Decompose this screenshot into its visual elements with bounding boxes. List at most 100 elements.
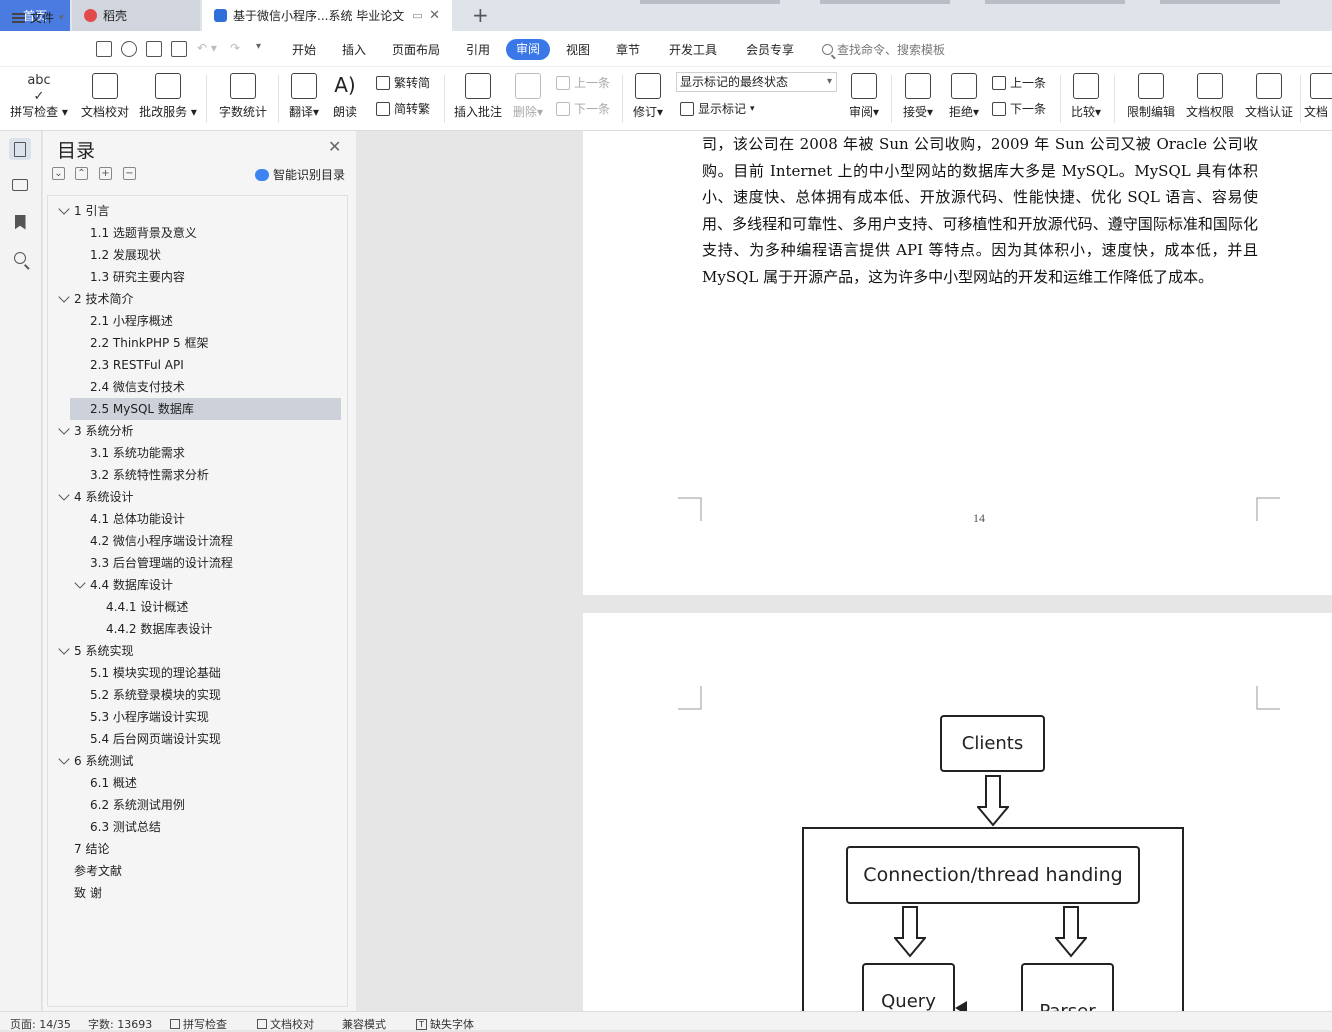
preview-icon[interactable]: [171, 41, 187, 57]
page[interactable]: Clients Connection/thread handing Query …: [583, 613, 1332, 1011]
tab-document[interactable]: 基于微信小程序...系统 毕业论文 ▭ ✕: [202, 0, 452, 31]
toc-item[interactable]: 3.1 系统功能需求: [48, 442, 347, 464]
toc-item[interactable]: 4.4 数据库设计: [48, 574, 347, 596]
prev-comment-button[interactable]: 上一条: [556, 74, 610, 91]
toc-item[interactable]: 参考文献: [48, 860, 347, 882]
toc-item[interactable]: 5.3 小程序端设计实现: [48, 706, 347, 728]
body-paragraph[interactable]: 司，该公司在 2008 年被 Sun 公司收购，2009 年 Sun 公司又被 …: [702, 131, 1258, 290]
toc-item[interactable]: 2.2 ThinkPHP 5 框架: [48, 332, 347, 354]
doc-permission-button[interactable]: 文档权限: [1184, 67, 1236, 131]
menu-layout[interactable]: 页面布局: [392, 41, 440, 58]
close-icon[interactable]: ✕: [328, 137, 341, 156]
toc-item[interactable]: 4.4.2 数据库表设计: [48, 618, 347, 640]
toc-item[interactable]: 致 谢: [48, 882, 347, 904]
toc-item[interactable]: 1.1 选题背景及意义: [48, 222, 347, 244]
toc-item[interactable]: 5 系统实现: [48, 640, 347, 662]
toc-item[interactable]: 5.4 后台网页端设计实现: [48, 728, 347, 750]
toc-pane-icon[interactable]: [9, 138, 31, 160]
toc-item[interactable]: 4.4.1 设计概述: [48, 596, 347, 618]
chevron-down-icon[interactable]: [58, 489, 70, 501]
to-simplified-button[interactable]: 简转繁: [376, 100, 430, 117]
delete-comment-button[interactable]: 删除▾: [508, 67, 548, 131]
word-count-button[interactable]: 字数统计: [216, 67, 270, 131]
undo-icon[interactable]: ↶ ▾: [197, 41, 217, 55]
chapter-nav-icon[interactable]: [9, 174, 31, 196]
tab-docer[interactable]: 稻壳: [72, 0, 200, 31]
remove-heading-icon[interactable]: −: [123, 167, 136, 180]
toc-item[interactable]: 4.1 总体功能设计: [48, 508, 347, 530]
toc-item[interactable]: 6.1 概述: [48, 772, 347, 794]
toc-item[interactable]: 6.2 系统测试用例: [48, 794, 347, 816]
export-icon[interactable]: [121, 41, 137, 57]
read-aloud-button[interactable]: A) 朗读: [328, 67, 362, 131]
command-search[interactable]: 查找命令、搜索模板: [822, 41, 945, 58]
search-icon[interactable]: [9, 247, 31, 269]
menu-developer[interactable]: 开发工具: [669, 41, 717, 58]
toc-item[interactable]: 1.3 研究主要内容: [48, 266, 347, 288]
close-tab-icon[interactable]: ✕: [429, 8, 440, 23]
toc-item[interactable]: 3.2 系统特性需求分析: [48, 464, 347, 486]
monitor-icon[interactable]: ▭: [412, 9, 422, 22]
toc-item[interactable]: 3.3 后台管理端的设计流程: [48, 552, 347, 574]
menu-insert[interactable]: 插入: [342, 41, 366, 58]
chevron-down-icon[interactable]: [74, 577, 86, 589]
toc-item[interactable]: 5.2 系统登录模块的实现: [48, 684, 347, 706]
save-icon[interactable]: [96, 41, 112, 57]
toc-item[interactable]: 4 系统设计: [48, 486, 347, 508]
toc-item[interactable]: 6.3 测试总结: [48, 816, 347, 838]
compare-button[interactable]: 比较▾: [1066, 67, 1106, 131]
ai-toc-button[interactable]: 智能识别目录: [255, 166, 345, 183]
accept-button[interactable]: 接受▾: [898, 67, 938, 131]
toc-item[interactable]: 1 引言: [48, 200, 347, 222]
redo-icon[interactable]: ↷: [230, 41, 240, 55]
restrict-edit-button[interactable]: 限制编辑: [1124, 67, 1178, 131]
toc-item[interactable]: 1.2 发展现状: [48, 244, 347, 266]
toc-item[interactable]: 2.3 RESTFul API: [48, 354, 347, 376]
menu-start[interactable]: 开始: [292, 41, 316, 58]
menu-reference[interactable]: 引用: [466, 41, 490, 58]
doc-more-button[interactable]: 文档: [1304, 67, 1332, 131]
toc-item[interactable]: 6 系统测试: [48, 750, 347, 772]
print-icon[interactable]: [146, 41, 162, 57]
chevron-down-icon[interactable]: [58, 423, 70, 435]
doc-certify-button[interactable]: 文档认证: [1242, 67, 1296, 131]
menu-view[interactable]: 视图: [566, 41, 590, 58]
toc-item[interactable]: 2.5 MySQL 数据库: [70, 398, 341, 420]
next-change-button[interactable]: 下一条: [992, 100, 1046, 117]
collapse-all-icon[interactable]: ⌄: [52, 167, 65, 180]
prev-change-button[interactable]: 上一条: [992, 74, 1046, 91]
toc-item[interactable]: 3 系统分析: [48, 420, 347, 442]
chevron-down-icon[interactable]: [58, 643, 70, 655]
toc-item[interactable]: 5.1 模块实现的理论基础: [48, 662, 347, 684]
new-tab-button[interactable]: +: [460, 4, 489, 26]
file-menu[interactable]: 文件 ▾: [12, 9, 64, 26]
toc-item[interactable]: 4.2 微信小程序端设计流程: [48, 530, 347, 552]
toc-item[interactable]: 7 结论: [48, 838, 347, 860]
show-markup-button[interactable]: 显示标记 ▾: [680, 100, 755, 117]
markup-state-select[interactable]: 显示标记的最终状态: [676, 72, 837, 92]
menu-member[interactable]: 会员专享: [746, 41, 794, 58]
track-changes-button[interactable]: 修订▾: [628, 67, 668, 131]
to-traditional-button[interactable]: 繁转简: [376, 74, 430, 91]
page[interactable]: 司，该公司在 2008 年被 Sun 公司收购，2009 年 Sun 公司又被 …: [583, 131, 1332, 595]
quick-access-more-icon[interactable]: ▾: [256, 41, 261, 52]
translate-button[interactable]: 翻译▾: [284, 67, 324, 131]
proofread-button[interactable]: 文档校对: [78, 67, 132, 131]
expand-up-icon[interactable]: ⌃: [75, 167, 88, 180]
toc-item[interactable]: 2 技术简介: [48, 288, 347, 310]
add-heading-icon[interactable]: +: [99, 167, 112, 180]
next-comment-button[interactable]: 下一条: [556, 100, 610, 117]
chevron-down-icon[interactable]: [58, 291, 70, 303]
menu-review[interactable]: 审阅: [506, 39, 550, 60]
bookmark-icon[interactable]: [9, 211, 31, 233]
chevron-down-icon[interactable]: [58, 203, 70, 215]
menu-chapter[interactable]: 章节: [616, 41, 640, 58]
chevron-down-icon[interactable]: [58, 753, 70, 765]
reject-button[interactable]: 拒绝▾: [944, 67, 984, 131]
insert-comment-button[interactable]: 插入批注: [450, 67, 506, 131]
spell-check-button[interactable]: abc ✓ 拼写检查 ▾: [8, 67, 70, 131]
document-area[interactable]: 司，该公司在 2008 年被 Sun 公司收购，2009 年 Sun 公司又被 …: [357, 131, 1332, 1011]
review-pane-button[interactable]: 审阅▾: [845, 67, 883, 131]
toc-item[interactable]: 2.4 微信支付技术: [48, 376, 347, 398]
toc-item[interactable]: 2.1 小程序概述: [48, 310, 347, 332]
